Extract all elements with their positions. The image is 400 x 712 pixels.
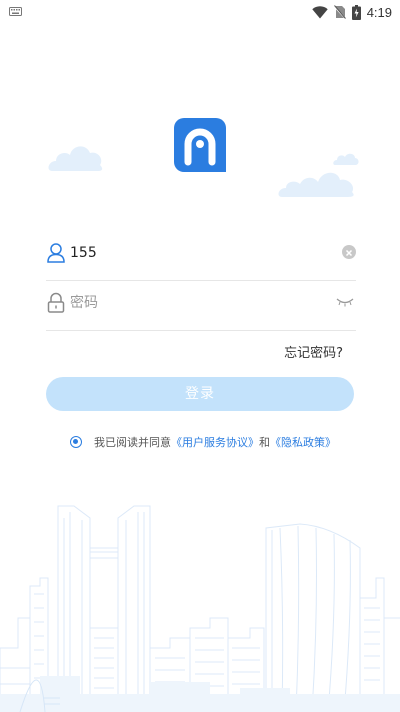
user-icon [47, 243, 65, 263]
password-input[interactable] [70, 292, 310, 314]
clear-icon[interactable] [342, 245, 356, 259]
lock-icon [47, 292, 65, 313]
terms-link[interactable]: 《用户服务协议》 [171, 434, 259, 450]
cloud-right-small-decoration [333, 153, 359, 165]
wifi-icon [311, 5, 328, 18]
keyboard-icon [9, 7, 22, 16]
city-skyline-illustration [0, 505, 400, 712]
agreement-conjunction: 和 [259, 436, 270, 449]
app-logo-icon [174, 118, 226, 172]
status-bar: 4:19 [0, 0, 400, 24]
agreement-radio[interactable] [70, 436, 82, 448]
battery-charging-icon [351, 4, 361, 20]
forgot-password-link[interactable]: 忘记密码? [284, 342, 343, 361]
phone-input[interactable] [70, 242, 310, 264]
password-row [46, 280, 356, 331]
cloud-left-decoration [48, 146, 103, 171]
privacy-link[interactable]: 《隐私政策》 [270, 434, 336, 450]
agreement-row: 我已阅读并同意 《用户服务协议》 和 《隐私政策》 [70, 434, 336, 450]
eye-closed-icon[interactable] [336, 297, 354, 307]
phone-row [46, 230, 356, 281]
cloud-right-decoration [278, 172, 354, 197]
login-button[interactable]: 登录 [46, 377, 354, 411]
status-time: 4:19 [366, 4, 392, 20]
no-sim-icon [333, 5, 346, 19]
agreement-prefix: 我已阅读并同意 [94, 436, 171, 449]
